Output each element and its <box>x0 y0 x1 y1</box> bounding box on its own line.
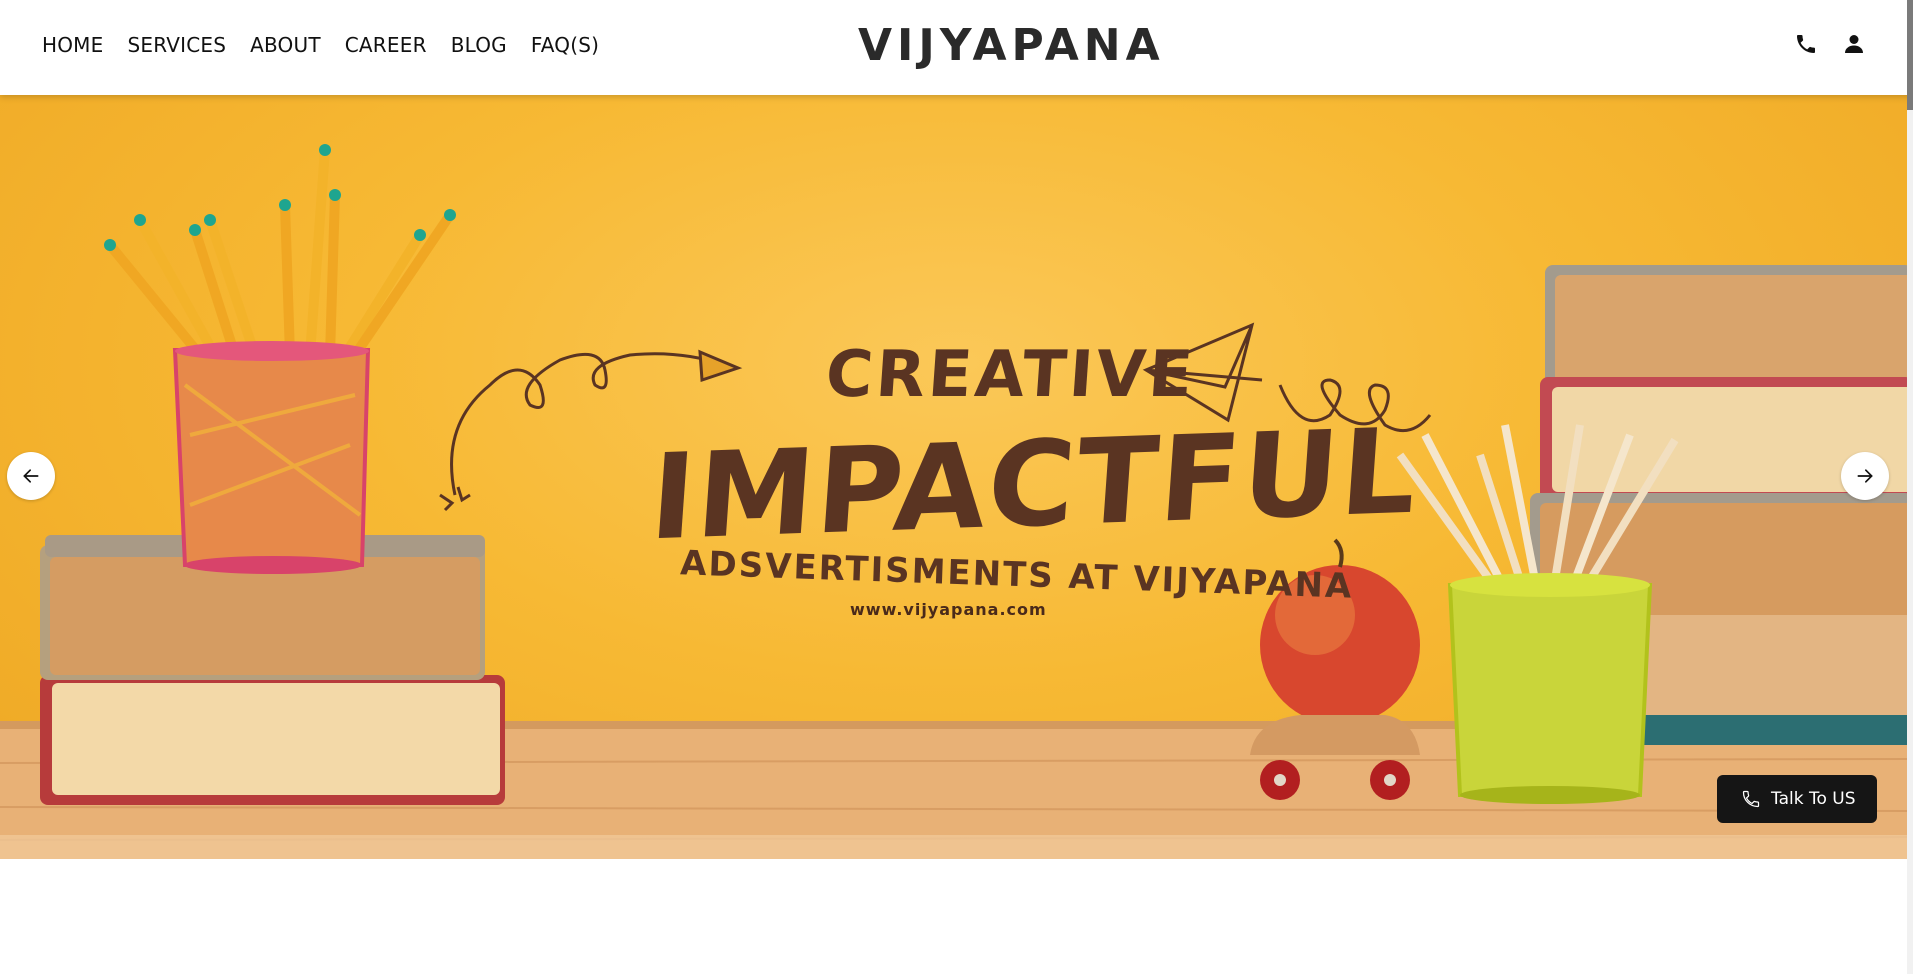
phone-icon[interactable] <box>1792 30 1820 58</box>
nav-blog[interactable]: BLOG <box>451 33 507 57</box>
hero-headline: CREATIVE IMPACTFUL ADSVERTISMENTS AT VIJ… <box>0 95 1913 859</box>
carousel-prev-button[interactable] <box>7 452 55 500</box>
nav-about[interactable]: ABOUT <box>250 33 321 57</box>
nav-home[interactable]: HOME <box>42 33 103 57</box>
hero-line-creative: CREATIVE <box>823 338 1198 412</box>
page-scrollbar[interactable] <box>1907 0 1913 974</box>
scrollbar-thumb[interactable] <box>1907 0 1913 110</box>
brand-logo[interactable]: VIJYAPANA <box>858 20 1165 71</box>
phone-outline-icon <box>1742 790 1760 808</box>
nav-career[interactable]: CAREER <box>345 33 427 57</box>
hero-url: www.vijyapana.com <box>850 600 1047 619</box>
arrow-right-icon <box>1857 469 1873 483</box>
site-header: HOME SERVICES ABOUT CAREER BLOG FAQ(S) V… <box>0 0 1913 95</box>
talk-to-us-label: Talk To US <box>1771 789 1856 809</box>
arrow-left-icon <box>23 469 39 483</box>
nav-services[interactable]: SERVICES <box>127 33 226 57</box>
talk-to-us-button[interactable]: Talk To US <box>1717 775 1877 823</box>
nav-faq[interactable]: FAQ(S) <box>531 33 599 57</box>
hero-carousel: CREATIVE IMPACTFUL ADSVERTISMENTS AT VIJ… <box>0 95 1913 859</box>
user-icon[interactable] <box>1840 30 1868 58</box>
carousel-next-button[interactable] <box>1841 452 1889 500</box>
main-nav: HOME SERVICES ABOUT CAREER BLOG FAQ(S) <box>42 33 599 57</box>
hero-line-impactful: IMPACTFUL <box>645 401 1424 567</box>
